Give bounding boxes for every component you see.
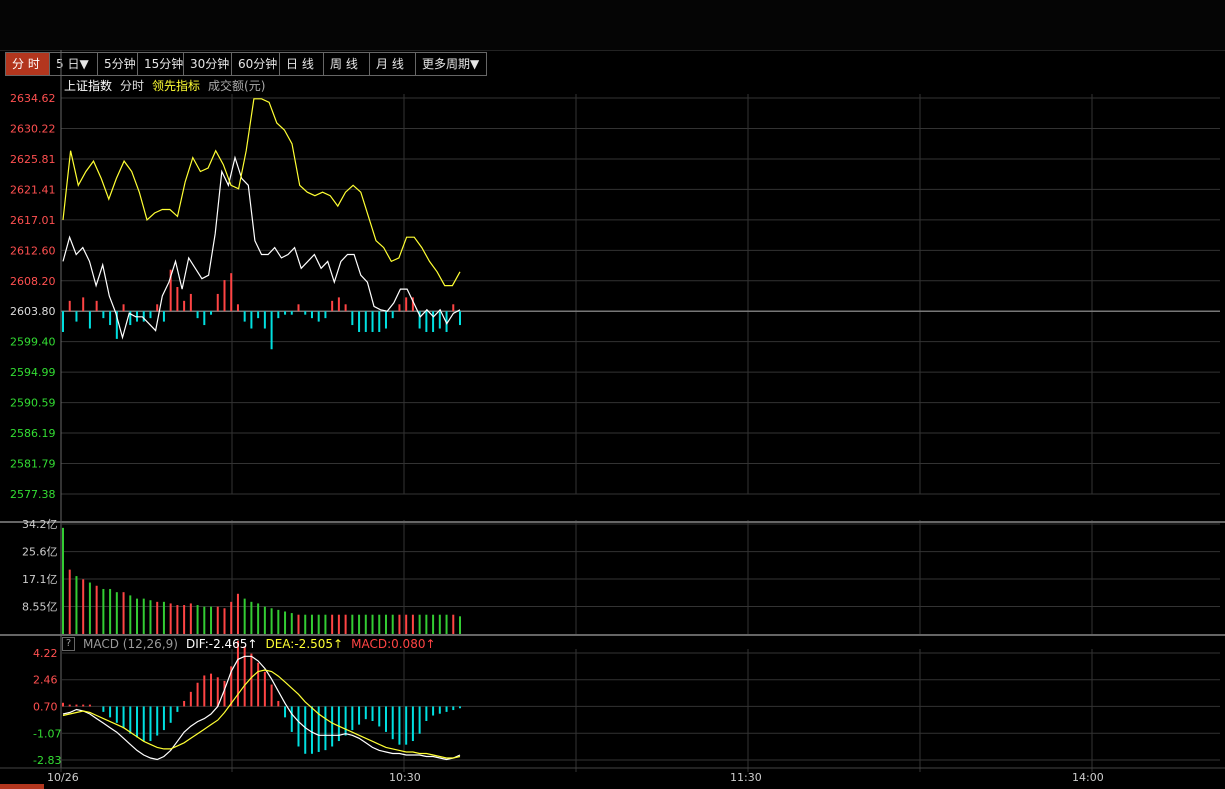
x-tick-label: 14:00 <box>1072 771 1104 784</box>
leading-line <box>62 98 461 287</box>
vol-tick-label: 17.1亿 <box>22 573 58 586</box>
price-tick-label: 2603.80 <box>10 305 56 318</box>
price-tick-label: 2577.38 <box>10 488 56 501</box>
price-tick-label: 2617.01 <box>10 214 56 227</box>
dea-value: DEA:-2.505↑ <box>265 637 344 651</box>
price-tick-label: 2621.41 <box>10 183 56 196</box>
dif-line <box>62 655 461 761</box>
x-tick-label: 11:30 <box>730 771 762 784</box>
macd-legend: ? MACD (12,26,9) DIF:-2.465↑ DEA:-2.505↑… <box>62 637 436 651</box>
vol-tick-label: 25.6亿 <box>22 546 58 559</box>
macd-tick-label: 0.70 <box>33 700 58 713</box>
macd-tick-label: -1.07 <box>33 727 61 740</box>
price-tick-label: 2599.40 <box>10 336 56 349</box>
macd-tick-label: 2.46 <box>33 674 58 687</box>
price-tick-label: 2586.19 <box>10 427 56 440</box>
macd-tick-label: -2.83 <box>33 754 61 767</box>
x-tick-label: 10/26 <box>47 771 79 784</box>
day-marker <box>0 784 44 789</box>
vol-tick-label: 34.2亿 <box>22 518 58 531</box>
price-tick-label: 2612.60 <box>10 244 56 257</box>
price-tick-label: 2608.20 <box>10 275 56 288</box>
dea-line <box>62 669 461 759</box>
help-icon[interactable]: ? <box>62 637 75 651</box>
price-tick-label: 2634.62 <box>10 92 56 105</box>
macd-tick-label: 4.22 <box>33 647 58 660</box>
price-tick-label: 2590.59 <box>10 397 56 410</box>
macd-value: MACD:0.080↑ <box>351 637 436 651</box>
intraday-chart[interactable]: 2634.62 2630.22 2625.81 2621.41 2617.01 2612.… <box>0 0 1225 789</box>
dif-value: DIF:-2.465↑ <box>185 637 258 651</box>
price-tick-label: 2630.22 <box>10 122 56 135</box>
price-tick-label: 2594.99 <box>10 366 56 379</box>
price-tick-label: 2625.81 <box>10 153 56 166</box>
vol-tick-label: 8.55亿 <box>22 601 58 614</box>
x-tick-label: 10:30 <box>389 771 421 784</box>
macd-name[interactable]: MACD (12,26,9) <box>83 637 178 651</box>
price-tick-label: 2581.79 <box>10 457 56 470</box>
